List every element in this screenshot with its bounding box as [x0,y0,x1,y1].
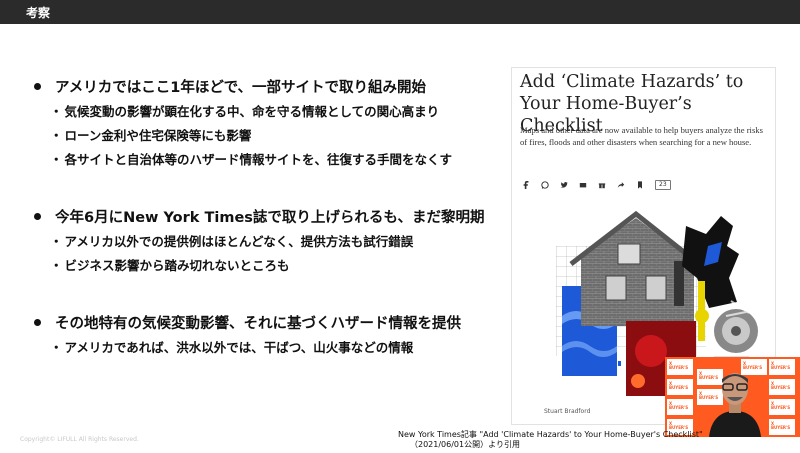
brand-logo-tile: X BUYER'S [667,359,693,375]
sub-bullet: ・気候変動の影響が顕在化する中、命を守る情報としての関心高まり [50,103,440,119]
article-description: Maps and other data are now available to… [520,125,763,147]
bookmark-icon[interactable] [636,181,644,189]
figure-caption: New York Times記事 "Add 'Climate Hazards' … [398,430,703,450]
comment-count-badge[interactable]: 23 [655,180,671,190]
bullet-dot-icon [34,82,41,90]
share-icon[interactable] [617,181,625,189]
bullet-list: アメリカではここ1年ほどで、一部サイトで取り組み開始 ・気候変動の影響が顕在化す… [34,74,504,392]
facebook-icon[interactable] [522,181,530,189]
bullet-section-2: 今年6月にNew York Times誌で取り上げられるも、まだ黎明期 ・アメリ… [34,204,504,276]
main-bullet-text: その地特有の気候変動影響、それに基づくハザード情報を提供 [55,315,461,332]
email-icon[interactable] [579,181,587,189]
bullet-section-3: その地特有の気候変動影響、それに基づくハザード情報を提供 ・アメリカであれば、洪… [34,310,504,358]
caption-line-1: New York Times記事 "Add 'Climate Hazards' … [398,430,703,439]
bullet-dot-icon [34,318,41,326]
caption-line-2: （2021/06/01公開）より引用 [410,440,520,449]
main-bullet-text: 今年6月にNew York Times誌で取り上げられるも、まだ黎明期 [55,209,485,226]
twitter-icon[interactable] [560,181,568,189]
main-bullet: その地特有の気候変動影響、それに基づくハザード情報を提供 [34,310,504,334]
sub-bullet: ・ローン金利や住宅保険等にも影響 [50,127,252,143]
illustration-credit: Stuart Bradford [544,408,591,415]
whatsapp-icon[interactable] [541,181,549,189]
header-bar: 考察 [0,0,800,24]
main-bullet: アメリカではここ1年ほどで、一部サイトで取り組み開始 [34,74,504,98]
sub-bullet: ・アメリカであれば、洪水以外では、干ばつ、山火事などの情報 [50,339,414,355]
sub-bullet: ・ビジネス影響から踏み切れないところも [50,257,290,273]
main-bullet: 今年6月にNew York Times誌で取り上げられるも、まだ黎明期 [34,204,504,228]
sub-bullet: ・各サイトと自治体等のハザード情報サイトを、往復する手間をなくす [50,151,453,167]
brand-logo-tile: X BUYER'S [769,419,795,435]
brand-logo-tile: X BUYER'S [769,379,795,395]
brand-logo-tile: X BUYER'S [667,399,693,415]
bullet-dot-icon [34,212,41,220]
webcam-video: X BUYER'S X BUYER'S X BUYER'S X BUYER'S … [665,357,800,437]
brand-logo-tile: X BUYER'S [769,359,795,375]
slide-title: 考察 [26,6,51,20]
copyright-text: Copyright© LIFULL All Rights Reserved. [20,436,139,443]
gift-icon[interactable] [598,181,606,189]
presenter-figure [709,373,761,437]
brand-logo-tile: X BUYER'S [667,379,693,395]
sub-bullet: ・アメリカ以外での提供例はほとんどなく、提供方法も試行錯誤 [50,233,414,249]
bullet-section-1: アメリカではここ1年ほどで、一部サイトで取り組み開始 ・気候変動の影響が顕在化す… [34,74,504,170]
main-bullet-text: アメリカではここ1年ほどで、一部サイトで取り組み開始 [55,79,426,96]
brand-logo-tile: X BUYER'S [769,399,795,415]
share-toolbar: 23 [522,180,671,190]
